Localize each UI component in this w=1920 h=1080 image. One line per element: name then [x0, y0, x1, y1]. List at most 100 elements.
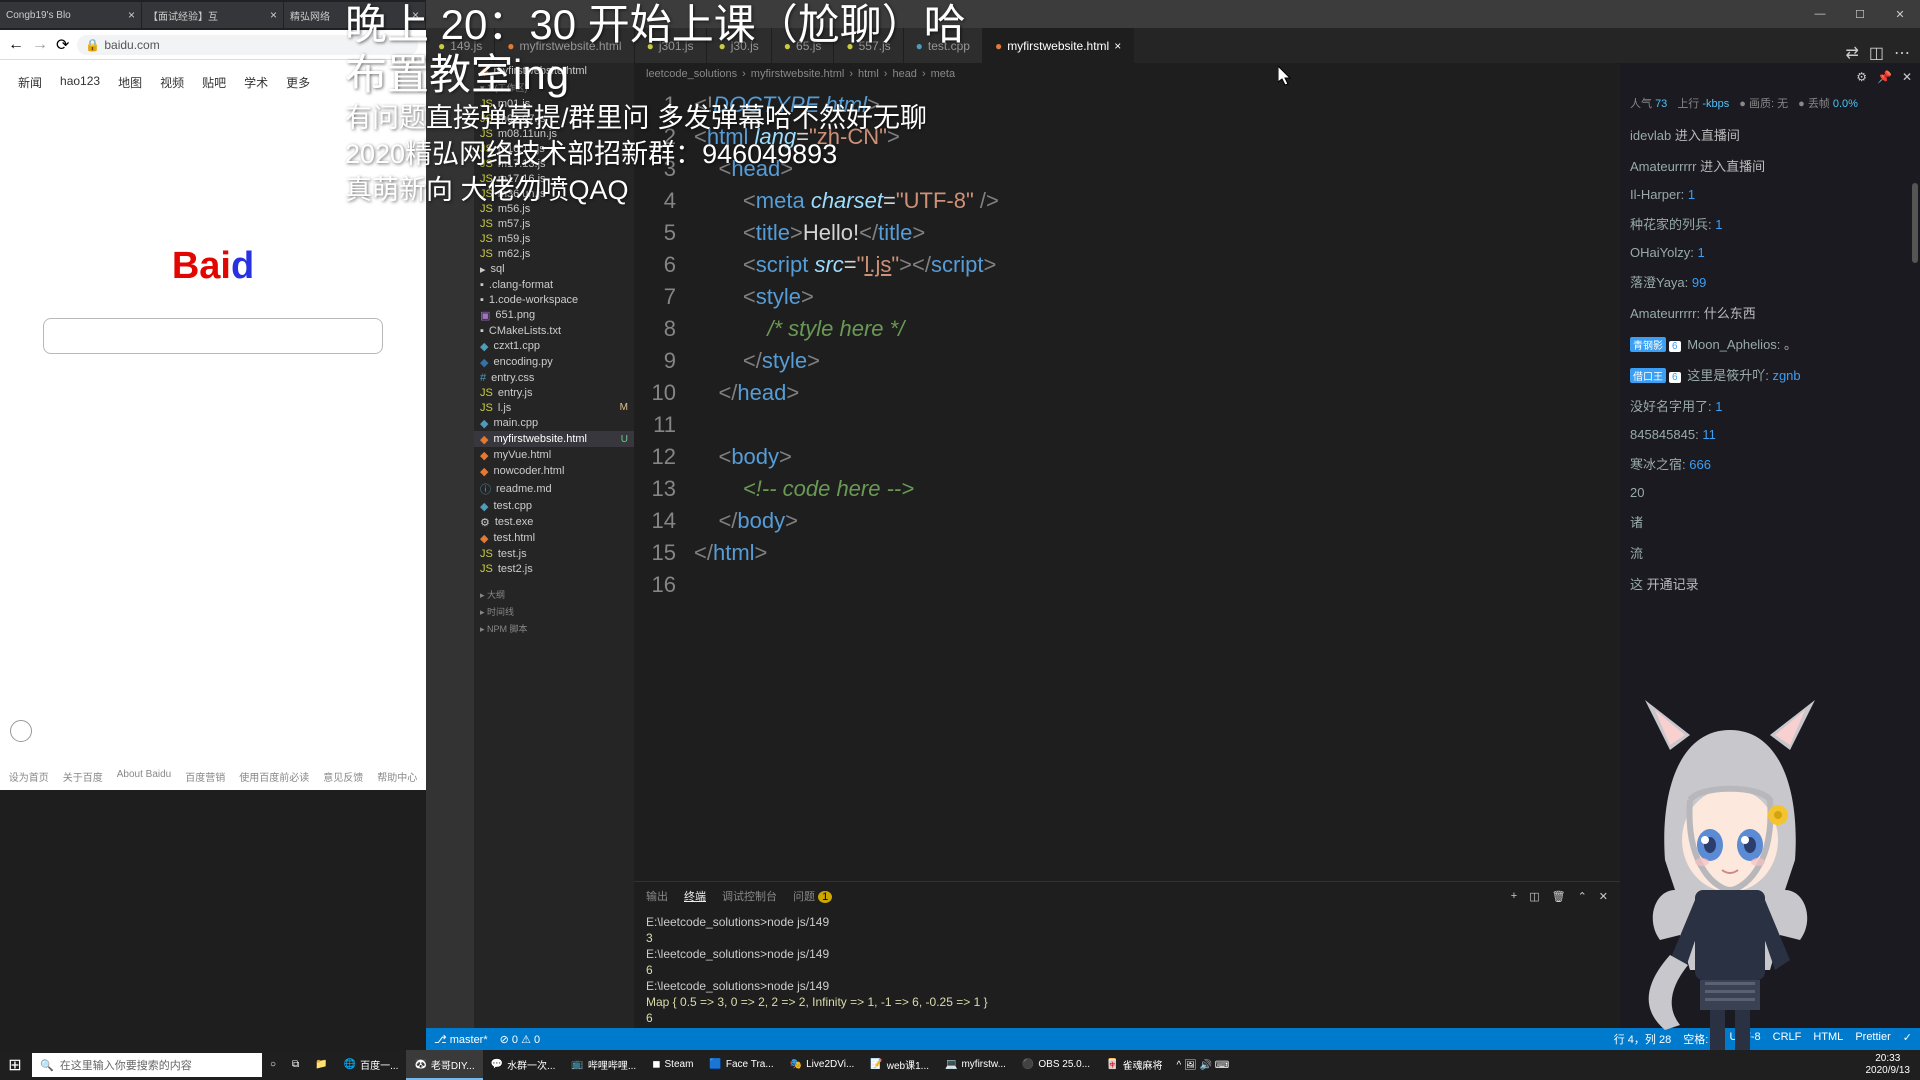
file-item[interactable]: JS m57.js [474, 216, 634, 231]
file-item[interactable]: JS entry.js [474, 385, 634, 400]
taskbar-item[interactable]: 🌐百度一... [336, 1050, 407, 1080]
file-item[interactable]: ⚙ test.exe [474, 514, 634, 530]
breadcrumb[interactable]: leetcode_solutions › myfirstwebsite.html… [634, 63, 1620, 85]
taskbar-item[interactable]: 🟦Face Tra... [701, 1050, 781, 1080]
minimize-icon[interactable]: — [1800, 8, 1840, 21]
file-item[interactable]: JS m08.11un.js [474, 126, 634, 141]
editor-tab[interactable]: ●test.cpp [904, 28, 983, 63]
browser-tab[interactable]: Congb19's Blo× [0, 2, 141, 28]
baidu-search-input[interactable] [43, 318, 383, 354]
file-item[interactable]: JS m56.js [474, 201, 634, 216]
nav-link[interactable]: 贴吧 [202, 74, 226, 91]
footer-link[interactable]: 百度营销 [185, 769, 225, 784]
taskbar-item[interactable]: ◼Steam [644, 1050, 701, 1080]
problems-status[interactable]: ⊘ 0 ⚠ 0 [500, 1033, 540, 1046]
scrollbar[interactable] [1912, 183, 1918, 263]
file-item[interactable]: JS m17.16.js [474, 171, 634, 186]
file-item[interactable]: ◆ myVue.html [474, 447, 634, 463]
footer-link[interactable]: 设为首页 [9, 769, 49, 784]
maximize-icon[interactable]: ☐ [1840, 8, 1880, 21]
file-item[interactable]: JS test2.js [474, 561, 634, 576]
taskbar-item[interactable]: 🀄雀魂麻将 [1098, 1050, 1170, 1080]
explorer-icon[interactable]: 📁 [307, 1050, 335, 1080]
footer-link[interactable]: 使用百度前必读 [239, 769, 309, 784]
file-item[interactable]: ⓘ readme.md [474, 479, 634, 498]
activity-bar[interactable] [426, 63, 474, 1050]
file-item[interactable]: JS test.js [474, 546, 634, 561]
close-icon[interactable]: ✕ [1880, 8, 1920, 21]
file-item[interactable]: ▪ 1.code-workspace [474, 292, 634, 307]
nav-link[interactable]: 视频 [160, 74, 184, 91]
panel-tab[interactable]: 输出 [646, 888, 668, 904]
file-item[interactable]: JS m36 un.js [474, 186, 634, 201]
close-icon[interactable]: × [128, 8, 135, 22]
file-item[interactable]: ▪ CMakeLists.txt [474, 323, 634, 338]
file-item[interactable]: ◆ encoding.py [474, 354, 634, 370]
add-terminal-icon[interactable]: + [1511, 890, 1517, 903]
maximize-panel-icon[interactable]: ⌃ [1578, 890, 1587, 903]
footer-link[interactable]: 帮助中心 [377, 769, 417, 784]
taskbar-item[interactable]: 📝web课1... [862, 1050, 937, 1080]
file-item[interactable]: ▸ sql [474, 261, 634, 277]
panel-tab[interactable]: 问题 1 [793, 888, 832, 904]
editor-tab[interactable]: ●myfirstwebsite.html × [983, 28, 1134, 63]
sb-section[interactable]: ▸ 时间线 [474, 603, 634, 620]
sb-section[interactable]: ▸ NPM 脚本 [474, 620, 634, 637]
user-icon[interactable] [10, 720, 32, 742]
panel-tab[interactable]: 调试控制台 [722, 888, 777, 904]
file-item[interactable]: ◆ test.html [474, 530, 634, 546]
taskbar-item[interactable]: 💻myfirstw... [937, 1050, 1014, 1080]
editor-tab[interactable]: ●j301.js [635, 28, 707, 63]
taskbar-item[interactable]: 💬水群一次... [483, 1050, 564, 1080]
editor-tab[interactable]: ●j30.js [707, 28, 772, 63]
footer-link[interactable]: About Baidu [117, 769, 172, 784]
chat-close-icon[interactable]: ✕ [1902, 70, 1912, 84]
file-item[interactable]: ◆ test.cpp [474, 498, 634, 514]
split-icon[interactable]: ◫ [1869, 43, 1884, 63]
close-icon[interactable]: × [270, 8, 277, 22]
pin-icon[interactable]: 📌 [1877, 70, 1892, 84]
footer-link[interactable]: 关于百度 [63, 769, 103, 784]
cortana-icon[interactable]: ○ [262, 1050, 284, 1080]
close-panel-icon[interactable]: ✕ [1599, 890, 1608, 903]
editor-tab[interactable]: ●149.js [426, 28, 495, 63]
file-item[interactable]: ▪ .clang-format [474, 277, 634, 292]
forward-icon[interactable]: → [32, 36, 48, 54]
file-item[interactable]: JS m62.js [474, 246, 634, 261]
nav-link[interactable]: 更多 [286, 74, 310, 91]
taskbar-item[interactable]: 🐼老哥DIY... [406, 1050, 482, 1080]
trash-icon[interactable]: 🗑 [1552, 890, 1566, 903]
file-item[interactable]: ◆ main.cpp [474, 415, 634, 431]
file-item[interactable]: JS m01.07.js [474, 111, 634, 126]
prettier[interactable]: Prettier [1855, 1031, 1890, 1047]
editor-tab[interactable]: ●557.js [834, 28, 903, 63]
start-button[interactable]: ⊞ [0, 1055, 30, 1075]
editor-tab[interactable]: ●myfirstwebsite.html [495, 28, 634, 63]
footer-link[interactable]: 意见反馈 [323, 769, 363, 784]
eol[interactable]: CRLF [1773, 1031, 1802, 1047]
encoding[interactable]: UTF-8 [1729, 1031, 1760, 1047]
nav-link[interactable]: 新闻 [18, 74, 42, 91]
taskbar-search[interactable]: 🔍 在这里输入你要搜索的内容 [32, 1053, 262, 1077]
taskbar-item[interactable]: 📺哔哩哔哩... [563, 1050, 644, 1080]
file-item[interactable]: ◆ myfirstwebsite.htmlU [474, 431, 634, 447]
file-item[interactable]: ▣ 651.png [474, 307, 634, 323]
file-item[interactable]: # entry.css [474, 370, 634, 385]
back-icon[interactable]: ← [8, 36, 24, 54]
sb-section[interactable]: ▸ 大纲 [474, 586, 634, 603]
taskbar-item[interactable]: ⚫OBS 25.0... [1014, 1050, 1098, 1080]
nav-link[interactable]: 学术 [244, 74, 268, 91]
taskbar-item[interactable]: 🎭Live2DVi... [782, 1050, 863, 1080]
file-item[interactable]: ◆ nowcoder.html [474, 463, 634, 479]
close-icon[interactable]: × [412, 8, 419, 22]
file-item[interactable]: JS m17.13.js [474, 156, 634, 171]
language[interactable]: HTML [1813, 1031, 1843, 1047]
file-item[interactable]: ◆myfirstwebsite.html [474, 63, 634, 79]
cursor-pos[interactable]: 行 4，列 28 [1614, 1031, 1671, 1047]
taskview-icon[interactable]: ⧉ [284, 1050, 307, 1080]
editor-tab[interactable]: ●65.js [772, 28, 835, 63]
tray[interactable]: ^ 🖼 🔊 ⌨ [1171, 1060, 1236, 1071]
clock[interactable]: 20:332020/9/13 [1856, 1053, 1920, 1077]
url-bar[interactable]: 🔒 baidu.com [77, 35, 418, 55]
code-editor[interactable]: 1<!DOCTYPE html> 2<html lang="zh-CN"> 3 … [634, 85, 1620, 881]
